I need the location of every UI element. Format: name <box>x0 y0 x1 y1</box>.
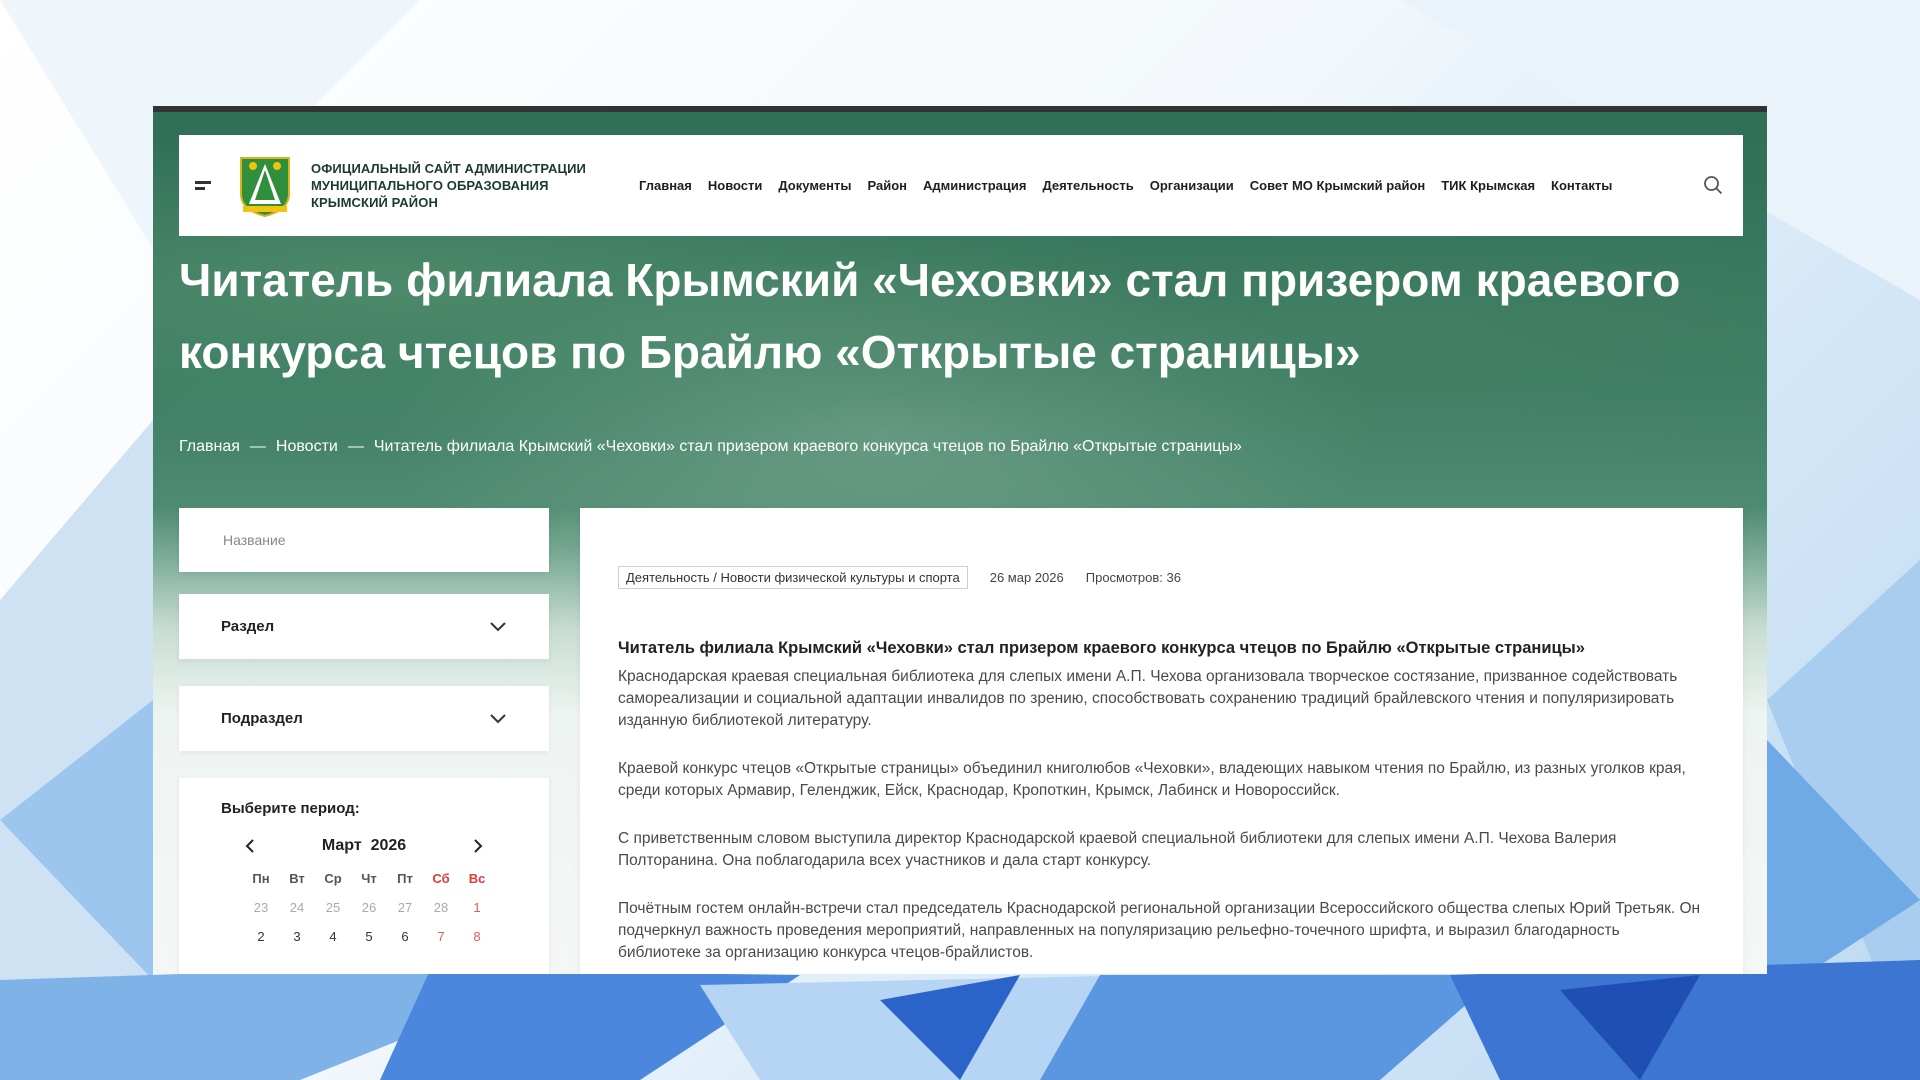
calendar-day[interactable]: 1 <box>459 900 495 915</box>
browser-frame: Официальный сайт администрации муниципал… <box>153 106 1767 974</box>
subsection-select-label: Подраздел <box>221 710 303 727</box>
nav-item-contacts[interactable]: Контакты <box>1551 178 1612 193</box>
name-search-field <box>179 508 549 572</box>
calendar-day[interactable]: 24 <box>279 900 315 915</box>
chevron-right-icon[interactable] <box>471 838 485 854</box>
nav-item-administration[interactable]: Администрация <box>923 178 1026 193</box>
article-heading: Читатель филиала Крымский «Чеховки» стал… <box>618 639 1585 657</box>
breadcrumb-news[interactable]: Новости <box>276 438 338 456</box>
calendar-day[interactable]: 23 <box>243 900 279 915</box>
weekday-mon: Пн <box>252 871 270 886</box>
view-count: Просмотров: 36 <box>1085 570 1181 585</box>
article-card: Деятельность / Новости физической культу… <box>580 508 1743 974</box>
nav-item-news[interactable]: Новости <box>708 178 763 193</box>
site-title[interactable]: Официальный сайт администрации муниципал… <box>311 160 611 211</box>
nav-item-district[interactable]: Район <box>867 178 907 193</box>
calendar-day[interactable]: 3 <box>279 929 315 944</box>
breadcrumb-separator: — <box>249 438 266 455</box>
calendar-day[interactable]: 25 <box>315 900 351 915</box>
weekday-tue: Вт <box>289 871 305 886</box>
weekday-sat: Сб <box>432 871 450 886</box>
breadcrumb-home[interactable]: Главная <box>179 438 240 456</box>
weekday-wed: Ср <box>324 871 342 886</box>
calendar-day[interactable]: 2 <box>243 929 279 944</box>
period-calendar: Выберите период: Март 2026 Пн Вт Ср Чт П… <box>179 778 549 974</box>
article-paragraph: Краснодарская краевая специальная библио… <box>618 668 1678 729</box>
search-icon[interactable] <box>1703 175 1723 195</box>
breadcrumb: Главная — Новости — Читатель филиала Кры… <box>179 438 1242 456</box>
calendar-year: 2026 <box>370 837 407 854</box>
publish-date: 26 мар 2026 <box>989 570 1064 585</box>
weekday-fri: Пт <box>397 871 413 886</box>
subsection-select[interactable]: Подраздел <box>179 686 549 751</box>
calendar-header: Март 2026 <box>221 837 507 855</box>
period-label: Выберите период: <box>221 800 360 817</box>
chevron-left-icon[interactable] <box>243 838 257 854</box>
nav-item-activity[interactable]: Деятельность <box>1042 178 1133 193</box>
article-paragraph: С приветственным словом выступила директ… <box>618 830 1617 869</box>
section-select[interactable]: Раздел <box>179 594 549 659</box>
article-paragraph: Краевой конкурс чтецов «Открытые страниц… <box>618 760 1686 799</box>
calendar-month: Март <box>321 837 362 854</box>
category-tag[interactable]: Деятельность / Новости физической культу… <box>618 566 968 589</box>
calendar-grid: Пн Вт Ср Чт Пт Сб Вс 23 24 25 26 27 28 1… <box>243 871 507 944</box>
main-nav: Главная Новости Документы Район Админист… <box>639 178 1612 193</box>
calendar-month-year: Март 2026 <box>322 837 406 855</box>
menu-icon[interactable] <box>195 178 215 193</box>
calendar-day[interactable]: 26 <box>351 900 387 915</box>
nav-item-tik[interactable]: ТИК Крымская <box>1441 178 1535 193</box>
nav-item-home[interactable]: Главная <box>639 178 692 193</box>
article-meta: Деятельность / Новости физической культу… <box>618 566 1705 589</box>
filter-sidebar: Раздел Подраздел Выберите период: Март 2… <box>179 508 549 974</box>
nav-item-organizations[interactable]: Организации <box>1150 178 1234 193</box>
article-paragraph: Почётным гостем онлайн-встречи стал пред… <box>618 900 1701 961</box>
breadcrumb-separator: — <box>347 438 364 455</box>
calendar-day[interactable]: 5 <box>351 929 387 944</box>
page-title: Читатель филиала Крымский «Чеховки» стал… <box>179 254 1681 378</box>
coat-of-arms-logo[interactable] <box>237 154 293 218</box>
calendar-day[interactable]: 6 <box>387 929 423 944</box>
weekday-thu: Чт <box>361 871 377 886</box>
chevron-down-icon <box>490 621 506 631</box>
site-header: Официальный сайт администрации муниципал… <box>179 135 1743 236</box>
calendar-day[interactable]: 4 <box>315 929 351 944</box>
nav-item-documents[interactable]: Документы <box>778 178 851 193</box>
calendar-day[interactable]: 27 <box>387 900 423 915</box>
calendar-day[interactable]: 28 <box>423 900 459 915</box>
breadcrumb-current: Читатель филиала Крымский «Чеховки» стал… <box>373 438 1242 455</box>
calendar-day[interactable]: 7 <box>423 929 459 944</box>
chevron-down-icon <box>490 713 506 723</box>
calendar-day[interactable]: 8 <box>459 929 495 944</box>
nav-item-council[interactable]: Совет МО Крымский район <box>1250 178 1425 193</box>
name-search-input[interactable] <box>221 531 507 549</box>
section-select-label: Раздел <box>221 618 275 635</box>
weekday-sun: Вс <box>468 871 486 886</box>
